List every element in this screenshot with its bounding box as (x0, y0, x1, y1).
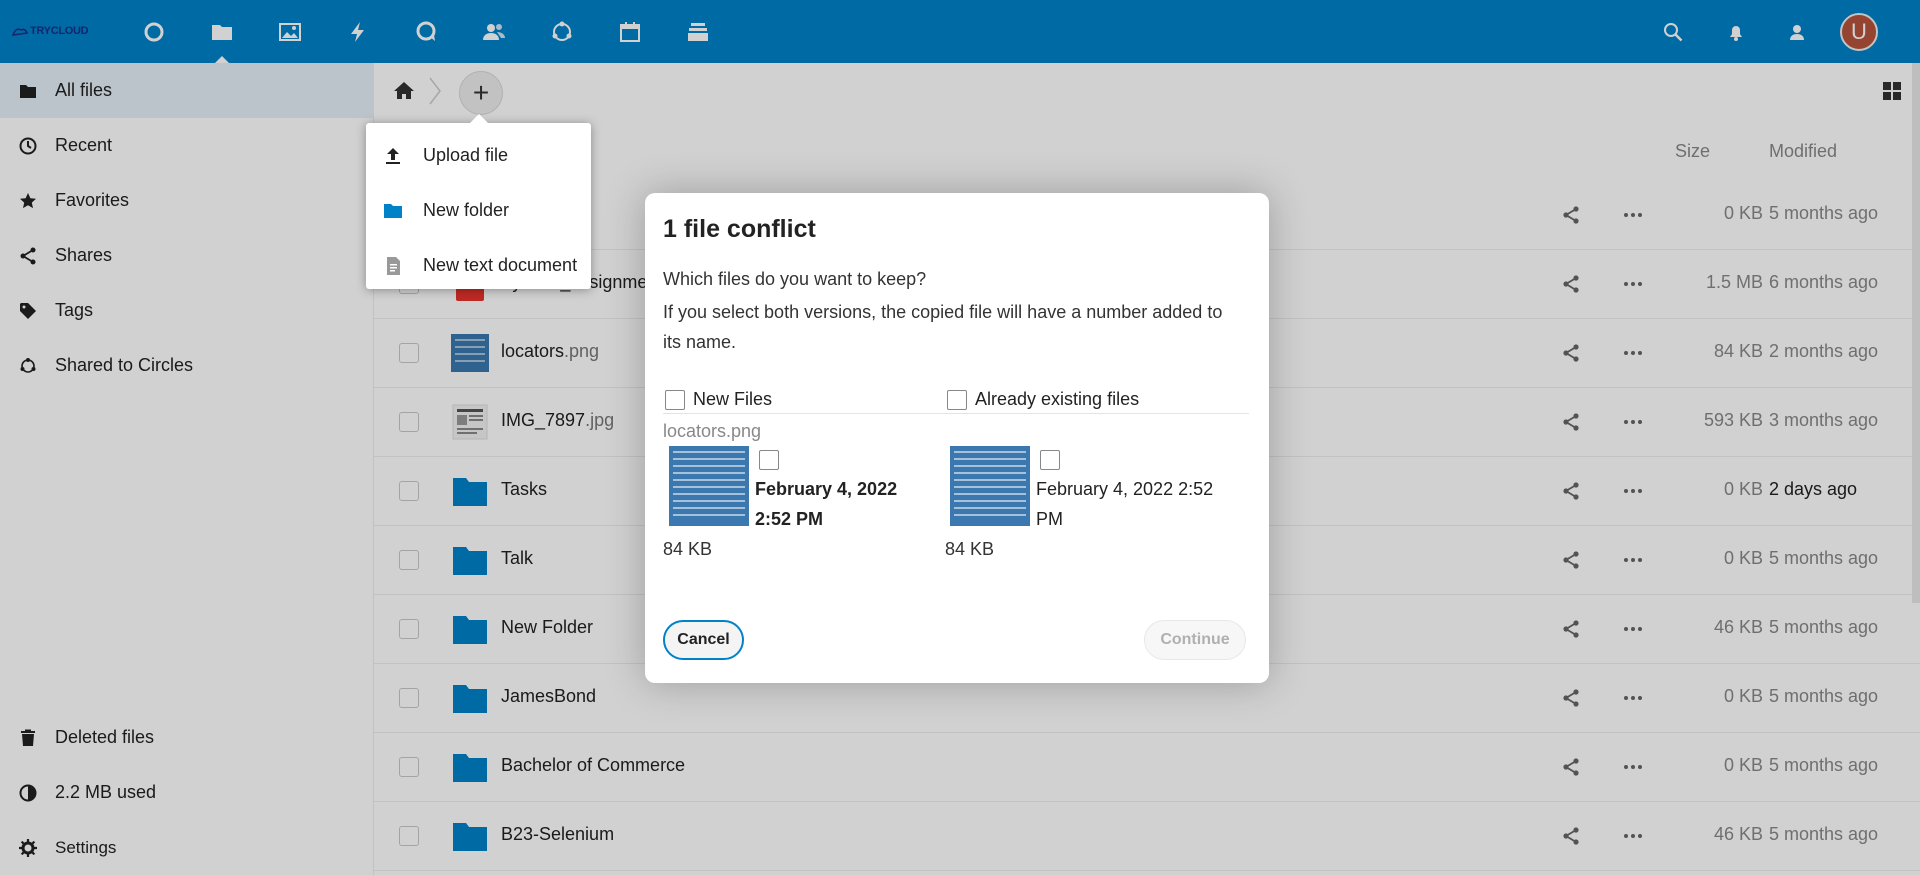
existing-file-checkbox[interactable] (1040, 450, 1060, 470)
existing-file-date: February 4, 2022 2:52 PM (1036, 479, 1214, 529)
new-file-size: 84 KB (663, 539, 713, 559)
menu-item-label: New text document (423, 255, 578, 275)
existing-files-checkbox[interactable] (947, 390, 967, 410)
text-document-icon (387, 256, 400, 275)
dialog-title: 1 file conflict (663, 215, 816, 243)
continue-button[interactable]: Continue (1144, 620, 1246, 660)
dialog-message: If you select both versions, the copied … (663, 302, 1223, 352)
file-conflict-dialog: 1 file conflict Which files do you want … (645, 193, 1269, 683)
menu-item-new-text-document[interactable]: New text document (366, 238, 591, 293)
new-files-label[interactable]: New Files (693, 389, 772, 410)
existing-file-thumbnail (950, 446, 1030, 526)
dialog-question: Which files do you want to keep? (663, 269, 927, 289)
folder-icon (384, 203, 402, 218)
dialog-divider (663, 413, 1249, 414)
existing-files-label[interactable]: Already existing files (975, 389, 1139, 410)
new-file-thumbnail (669, 446, 749, 526)
new-file-checkbox[interactable] (759, 450, 779, 470)
cancel-button[interactable]: Cancel (663, 620, 744, 660)
menu-item-upload-file[interactable]: Upload file (366, 128, 591, 183)
conflict-file-name: locators.png (663, 421, 762, 441)
menu-item-label: Upload file (423, 145, 509, 165)
upload-icon (386, 147, 400, 164)
menu-item-label: New folder (423, 200, 510, 220)
menu-item-new-folder[interactable]: New folder (366, 183, 591, 238)
new-menu-popover: Upload file New folder New text document (366, 114, 591, 289)
new-file-date: February 4, 2022 2:52 PM (755, 479, 898, 529)
existing-file-size: 84 KB (945, 539, 995, 559)
new-files-checkbox[interactable] (665, 390, 685, 410)
